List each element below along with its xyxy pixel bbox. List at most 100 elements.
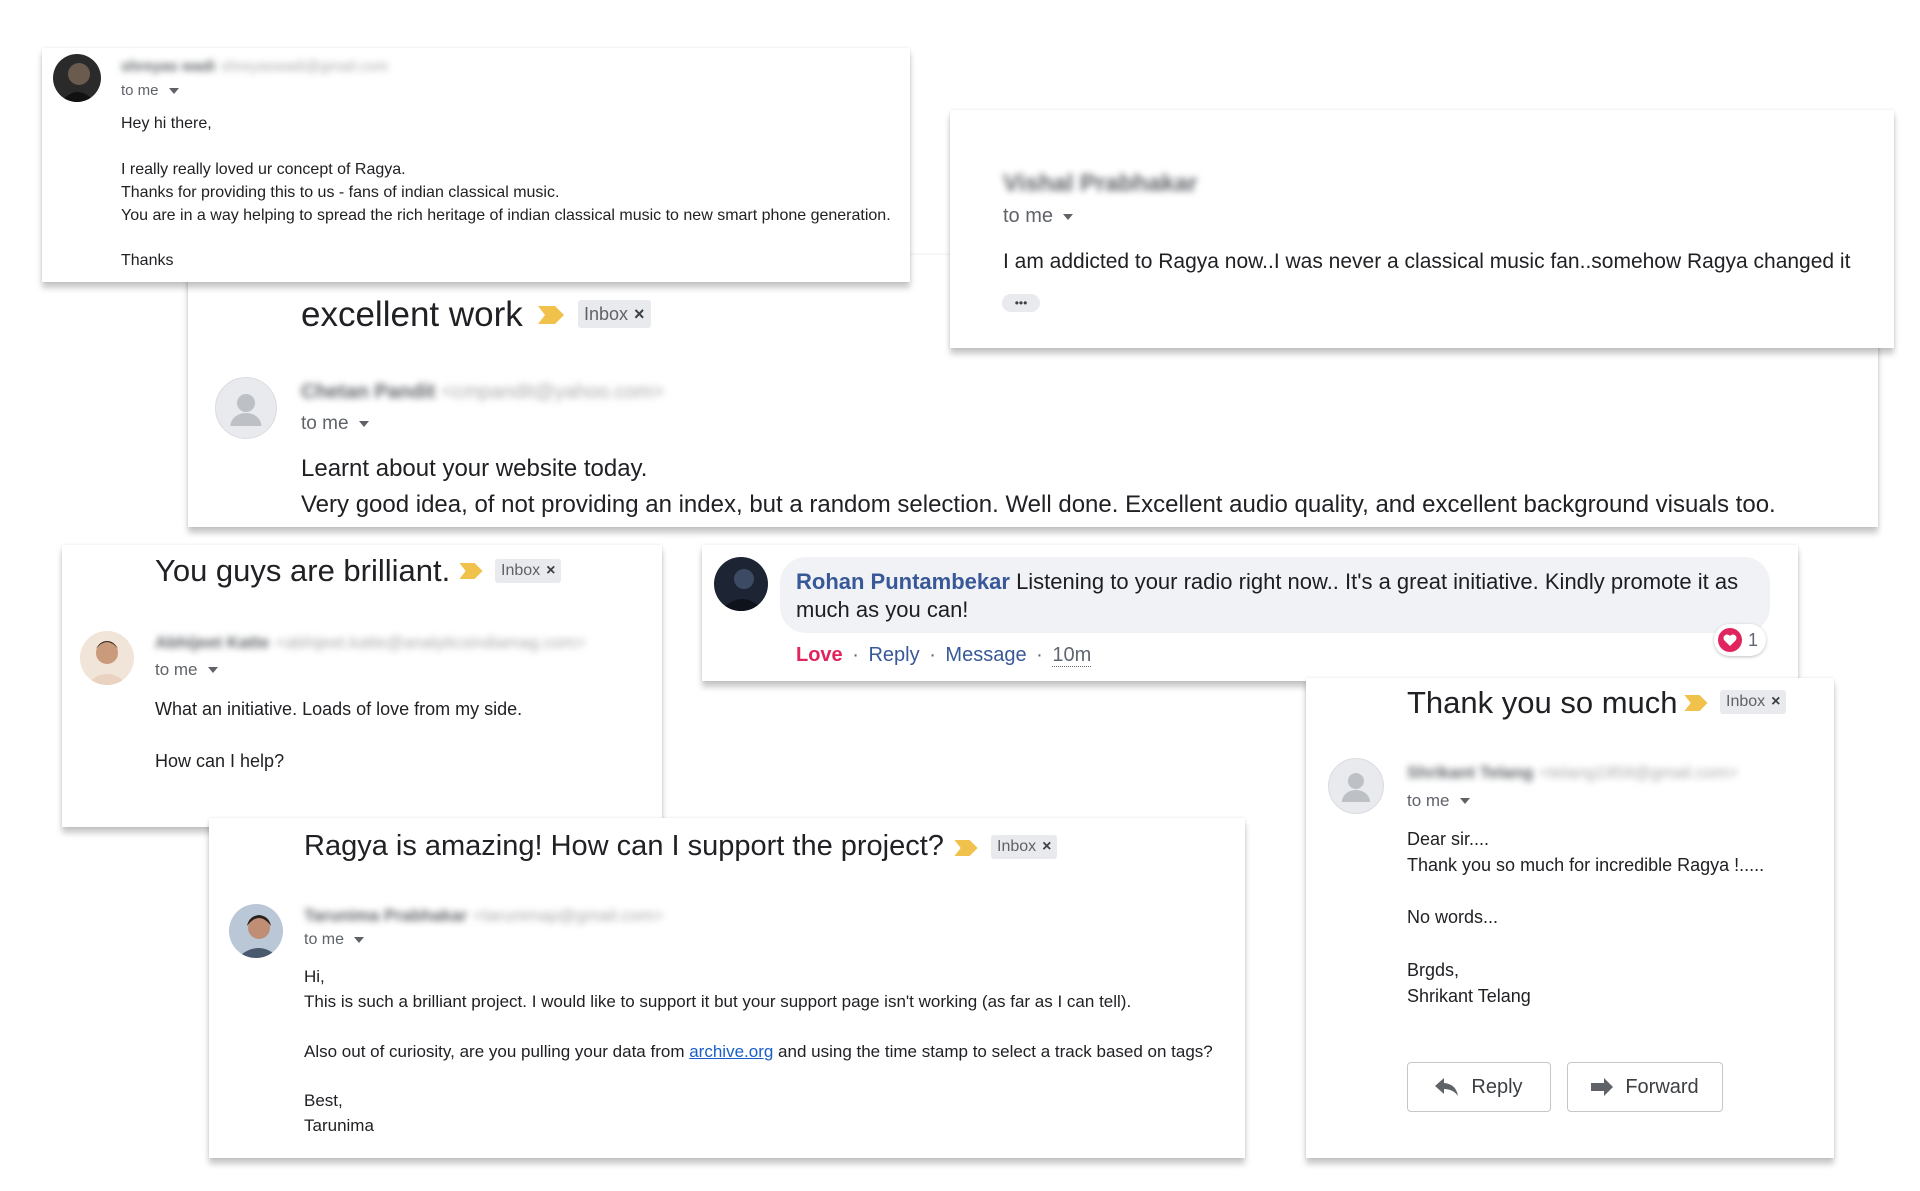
reply-link[interactable]: Reply	[868, 644, 919, 666]
show-trimmed-content-button[interactable]: •••	[1002, 294, 1040, 312]
love-reaction-link[interactable]: Love	[796, 644, 843, 666]
reply-icon	[1435, 1078, 1459, 1096]
chevron-down-icon	[354, 937, 365, 943]
email-subject: excellent work	[301, 295, 523, 334]
email-body-line: Hi,	[304, 967, 325, 986]
to-me-label: to me	[155, 660, 198, 679]
comment-author[interactable]: Rohan Puntambekar	[796, 569, 1010, 594]
email-body-line: Hey hi there,	[121, 115, 212, 132]
email-body-line: Very good idea, of not providing an inde…	[301, 491, 1776, 518]
email-body-line: This is such a brilliant project. I woul…	[304, 992, 1132, 1011]
sender: Tarunima Prabhakar <tarunimap@gmail.com>	[304, 906, 663, 926]
forward-icon	[1591, 1078, 1614, 1096]
reply-button-label: Reply	[1471, 1075, 1523, 1098]
email-card-vishal: Vishal Prabhakar to me I am addicted to …	[950, 110, 1894, 348]
sender: Vishal Prabhakar	[1003, 170, 1197, 198]
sender-name: Shrikant Telang	[1407, 763, 1534, 782]
inbox-label-text: Inbox	[501, 562, 541, 579]
body-text: and using the time stamp to select a tra…	[773, 1042, 1213, 1061]
email-subject: Thank you so much	[1407, 685, 1678, 720]
inbox-label-text: Inbox	[1726, 693, 1766, 710]
avatar	[80, 631, 134, 685]
sender-email: <tarunimap@gmail.com>	[473, 906, 664, 925]
inbox-label[interactable]: Inbox ×	[991, 835, 1058, 859]
chevron-down-icon	[168, 87, 179, 94]
sender-email: <abhijeet.katte@analyticsindiamag.com>	[275, 633, 586, 652]
separator: ·	[929, 644, 936, 666]
chevron-down-icon	[358, 421, 369, 427]
reply-button[interactable]: Reply	[1407, 1062, 1551, 1112]
email-card-tarunima: Ragya is amazing! How can I support the …	[209, 818, 1245, 1158]
to-me-dropdown[interactable]: to me	[301, 413, 369, 435]
inbox-label[interactable]: Inbox ×	[1720, 690, 1787, 714]
to-me-dropdown[interactable]: to me	[155, 660, 218, 680]
email-body-line: How can I help?	[155, 751, 285, 771]
comment-card-rohan: Rohan Puntambekar Listening to your radi…	[702, 545, 1798, 681]
forward-button[interactable]: Forward	[1567, 1062, 1723, 1112]
chevron-down-icon	[207, 667, 218, 673]
to-me-label: to me	[304, 931, 345, 948]
separator: ·	[852, 644, 859, 666]
email-body-line: Also out of curiosity, are you pulling y…	[304, 1042, 1213, 1062]
sender-name: Abhijeet Katte	[155, 633, 270, 652]
email-card-shreyas: shreyas wadi shreyaswadi@gmail.com to me …	[42, 48, 910, 282]
email-subject: You guys are brilliant.	[155, 553, 451, 588]
forward-button-label: Forward	[1625, 1075, 1699, 1098]
email-body-line: No words...	[1407, 907, 1499, 927]
to-me-dropdown[interactable]: to me	[1407, 791, 1470, 811]
to-me-dropdown[interactable]: to me	[121, 82, 179, 99]
email-body-line: I am addicted to Ragya now..I was never …	[1003, 250, 1851, 273]
close-icon[interactable]: ×	[1042, 838, 1051, 856]
avatar[interactable]	[714, 557, 768, 611]
inbox-label-text: Inbox	[997, 838, 1037, 855]
inbox-label[interactable]: Inbox ×	[495, 559, 562, 583]
email-subject: Ragya is amazing! How can I support the …	[304, 830, 944, 862]
importance-marker-icon[interactable]	[954, 840, 978, 856]
inbox-label-text: Inbox	[584, 303, 629, 324]
importance-marker-icon[interactable]	[459, 563, 483, 579]
importance-marker-icon[interactable]	[538, 306, 564, 324]
email-body-line: I really really loved ur concept of Ragy…	[121, 161, 406, 178]
to-me-label: to me	[1407, 791, 1450, 810]
to-me-label: to me	[301, 413, 349, 434]
email-body-line: Thanks for providing this to us - fans o…	[121, 184, 560, 201]
sender: Shrikant Telang <telang1959@gmail.com>	[1407, 763, 1738, 783]
sender-name: shreyas wadi	[121, 58, 216, 75]
email-body-line: Shrikant Telang	[1407, 986, 1531, 1006]
inbox-label[interactable]: Inbox ×	[578, 300, 651, 328]
email-body-line: Best,	[304, 1091, 343, 1110]
reaction-count-badge[interactable]: 1	[1714, 624, 1767, 656]
chevron-down-icon	[1063, 213, 1074, 220]
sender-name: Vishal Prabhakar	[1003, 170, 1198, 197]
ellipsis-icon: •••	[1014, 296, 1028, 310]
email-card-abhijeet: You guys are brilliant. Inbox × Abhijeet …	[62, 545, 662, 827]
to-me-label: to me	[121, 82, 159, 99]
sender: Chetan Pandit <cmpandit@yahoo.com>	[301, 381, 664, 404]
to-me-dropdown[interactable]: to me	[1003, 205, 1074, 228]
to-me-dropdown[interactable]: to me	[304, 931, 365, 949]
sender-email: <telang1959@gmail.com>	[1539, 763, 1738, 782]
avatar	[1328, 758, 1384, 814]
email-body-line: Thank you so much for incredible Ragya !…	[1407, 855, 1765, 875]
email-body-line: Thanks	[121, 252, 174, 269]
close-icon[interactable]: ×	[634, 304, 645, 325]
email-body-line: Dear sir....	[1407, 829, 1490, 849]
timestamp-link[interactable]: 10m	[1052, 644, 1092, 667]
sender-email: <cmpandit@yahoo.com>	[441, 381, 665, 403]
message-link[interactable]: Message	[945, 644, 1026, 666]
chevron-down-icon	[1459, 798, 1470, 804]
email-body-line: Brgds,	[1407, 960, 1460, 980]
heart-icon	[1718, 628, 1742, 652]
sender: Abhijeet Katte <abhijeet.katte@analyticsi…	[155, 633, 586, 653]
importance-marker-icon[interactable]	[1684, 695, 1708, 711]
sender-name: Chetan Pandit	[301, 381, 436, 403]
archive-link[interactable]: archive.org	[689, 1042, 773, 1061]
email-body-line: Tarunima	[304, 1116, 374, 1135]
avatar	[215, 377, 277, 439]
comment-text: Rohan Puntambekar Listening to your radi…	[796, 568, 1756, 624]
avatar	[53, 54, 101, 102]
close-icon[interactable]: ×	[546, 562, 555, 580]
sender-email: shreyaswadi@gmail.com	[221, 58, 389, 75]
close-icon[interactable]: ×	[1771, 693, 1780, 711]
comment-actions: Love · Reply · Message · 10m	[796, 644, 1092, 667]
